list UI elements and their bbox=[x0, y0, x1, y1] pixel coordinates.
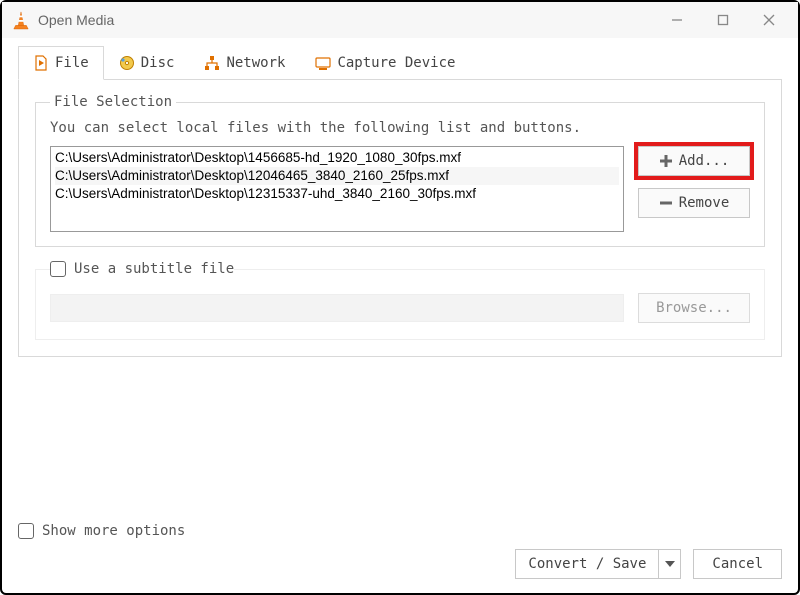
browse-button: Browse... bbox=[638, 293, 750, 323]
vlc-cone-icon bbox=[12, 11, 30, 29]
window-controls bbox=[654, 4, 792, 36]
dialog-buttons: Convert / Save Cancel bbox=[18, 549, 782, 579]
convert-save-label[interactable]: Convert / Save bbox=[516, 550, 658, 578]
tab-file-label: File bbox=[55, 55, 89, 71]
minus-icon bbox=[659, 196, 673, 210]
file-selection-group: File Selection You can select local file… bbox=[35, 94, 765, 247]
window-title: Open Media bbox=[38, 12, 654, 28]
show-more-options-checkbox[interactable] bbox=[18, 523, 34, 539]
chevron-down-icon bbox=[665, 561, 675, 567]
file-selection-hint: You can select local files with the foll… bbox=[50, 120, 750, 136]
remove-button[interactable]: Remove bbox=[638, 188, 750, 218]
list-item[interactable]: C:\Users\Administrator\Desktop\12315337-… bbox=[55, 185, 619, 203]
titlebar: Open Media bbox=[2, 2, 798, 38]
network-icon bbox=[204, 55, 220, 71]
show-more-options-label: Show more options bbox=[42, 523, 185, 539]
use-subtitle-checkbox[interactable] bbox=[50, 261, 66, 277]
minimize-button[interactable] bbox=[654, 4, 700, 36]
tab-capture-label: Capture Device bbox=[337, 55, 455, 71]
close-button[interactable] bbox=[746, 4, 792, 36]
cancel-button-label: Cancel bbox=[712, 556, 763, 572]
subtitle-group: Use a subtitle file Browse... bbox=[35, 261, 765, 340]
plus-icon bbox=[659, 154, 673, 168]
browse-button-label: Browse... bbox=[656, 300, 732, 316]
capture-icon bbox=[315, 55, 331, 71]
cancel-button[interactable]: Cancel bbox=[693, 549, 782, 579]
file-icon bbox=[33, 55, 49, 71]
file-list[interactable]: C:\Users\Administrator\Desktop\1456685-h… bbox=[50, 146, 624, 232]
disc-icon bbox=[119, 55, 135, 71]
list-item[interactable]: C:\Users\Administrator\Desktop\12046465_… bbox=[55, 167, 619, 185]
add-button-label: Add... bbox=[679, 153, 730, 169]
remove-button-label: Remove bbox=[679, 195, 730, 211]
convert-save-dropdown[interactable] bbox=[658, 550, 680, 578]
file-panel: File Selection You can select local file… bbox=[18, 80, 782, 357]
tabs: File Disc Network Capture Device bbox=[18, 46, 782, 80]
tab-network-label: Network bbox=[226, 55, 285, 71]
tab-network[interactable]: Network bbox=[189, 46, 300, 79]
add-button[interactable]: Add... bbox=[638, 146, 750, 176]
file-selection-legend: File Selection bbox=[50, 94, 176, 110]
convert-save-button[interactable]: Convert / Save bbox=[515, 549, 681, 579]
tab-capture[interactable]: Capture Device bbox=[300, 46, 470, 79]
tab-disc-label: Disc bbox=[141, 55, 175, 71]
list-item[interactable]: C:\Users\Administrator\Desktop\1456685-h… bbox=[55, 149, 619, 167]
tab-file[interactable]: File bbox=[18, 46, 104, 80]
subtitle-input bbox=[50, 294, 624, 322]
use-subtitle-label: Use a subtitle file bbox=[74, 261, 234, 277]
tab-disc[interactable]: Disc bbox=[104, 46, 190, 79]
maximize-button[interactable] bbox=[700, 4, 746, 36]
